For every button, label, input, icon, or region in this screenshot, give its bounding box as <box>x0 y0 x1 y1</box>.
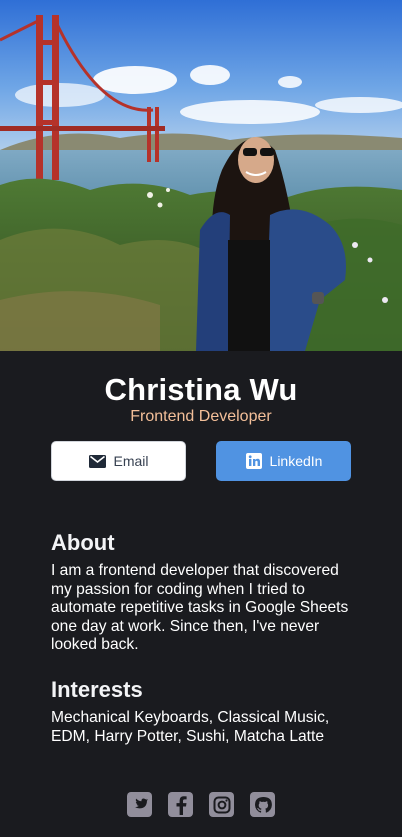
linkedin-icon <box>245 452 263 470</box>
linkedin-button-label: LinkedIn <box>269 453 323 469</box>
about-text: I am a frontend developer that discovere… <box>51 562 349 653</box>
email-button[interactable]: Email <box>51 441 186 481</box>
profile-role: Frontend Developer <box>130 408 272 425</box>
github-icon[interactable] <box>250 792 275 817</box>
profile-name: Christina Wu <box>104 372 298 407</box>
profile-card: Christina Wu Frontend Developer Email Li… <box>0 0 402 837</box>
about-heading: About <box>51 530 115 555</box>
interests-heading: Interests <box>51 677 143 702</box>
twitter-icon[interactable] <box>127 792 152 817</box>
linkedin-button[interactable]: LinkedIn <box>216 441 351 481</box>
mail-icon <box>88 452 106 470</box>
social-links <box>0 792 402 817</box>
profile-photo <box>0 0 402 351</box>
facebook-icon[interactable] <box>168 792 193 817</box>
interests-text: Mechanical Keyboards, Classical Music, E… <box>51 709 330 745</box>
instagram-icon[interactable] <box>209 792 234 817</box>
email-button-label: Email <box>113 453 149 469</box>
